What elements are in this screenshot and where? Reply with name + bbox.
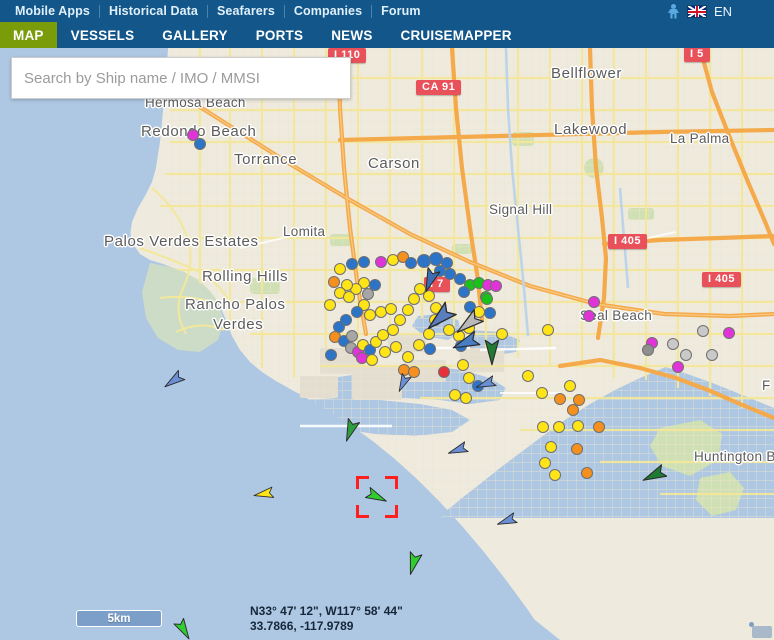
- vessel-marker-dot[interactable]: [554, 393, 566, 405]
- nav-item-vessels[interactable]: VESSELS: [57, 22, 149, 48]
- vessel-marker-dot[interactable]: [723, 327, 735, 339]
- nav-item-cruisemapper[interactable]: CRUISEMAPPER: [387, 22, 526, 48]
- vessel-marker-dot[interactable]: [377, 329, 389, 341]
- vessel-marker-dot[interactable]: [375, 256, 387, 268]
- main-navigation: MAP VESSELS GALLERY PORTS NEWS CRUISEMAPPER: [0, 22, 774, 48]
- vessel-marker-dot[interactable]: [697, 325, 709, 337]
- toplink-seafarers[interactable]: Seafarers: [208, 0, 284, 22]
- vessel-marker-dot[interactable]: [334, 263, 346, 275]
- coordinates-dms: N33° 47' 12", W117° 58' 44": [250, 604, 403, 618]
- coordinate-readout: N33° 47' 12", W117° 58' 44" 33.7866, -11…: [250, 604, 403, 634]
- toplink-forum[interactable]: Forum: [372, 0, 429, 22]
- map-provider-logo: [752, 626, 772, 638]
- vessel-map-page: Mobile Apps Historical Data Seafarers Compa…: [0, 0, 774, 640]
- search-container[interactable]: [11, 57, 351, 99]
- map-canvas[interactable]: Hermosa Beach Redondo Beach Torrance Carson…: [0, 48, 774, 640]
- vessel-marker-dot[interactable]: [351, 306, 363, 318]
- vessel-marker-dot[interactable]: [553, 421, 565, 433]
- vessel-marker-dot[interactable]: [542, 324, 554, 336]
- vessel-marker-dot[interactable]: [458, 286, 470, 298]
- vessel-arrow-blue-port[interactable]: [417, 266, 443, 298]
- toplink-companies[interactable]: Companies: [285, 0, 371, 22]
- vessel-marker-dot[interactable]: [346, 258, 358, 270]
- top-links-group: Mobile Apps Historical Data Seafarers Compa…: [0, 0, 430, 22]
- vessel-marker-dot[interactable]: [346, 330, 358, 342]
- person-icon[interactable]: [667, 3, 680, 19]
- vessel-marker-dot[interactable]: [567, 404, 579, 416]
- vessel-arrow-blue-w2[interactable]: [475, 373, 497, 400]
- vessel-marker-dot[interactable]: [593, 421, 605, 433]
- top-utility-bar: Mobile Apps Historical Data Seafarers Compa…: [0, 0, 774, 22]
- vessel-marker-dot[interactable]: [366, 354, 378, 366]
- map-scale-bar: 5km: [76, 610, 162, 627]
- vessel-marker-dot[interactable]: [706, 349, 718, 361]
- vessel-marker-dot[interactable]: [490, 280, 502, 292]
- vessel-marker-dot[interactable]: [484, 307, 496, 319]
- vessel-marker-dot[interactable]: [564, 380, 576, 392]
- vessel-marker-dot[interactable]: [328, 276, 340, 288]
- vessel-marker-dot[interactable]: [536, 387, 548, 399]
- top-right-group: EN: [667, 3, 774, 19]
- coordinates-decimal: 33.7866, -117.9789: [250, 619, 354, 633]
- vessel-marker-dot[interactable]: [545, 441, 557, 453]
- nav-item-gallery[interactable]: GALLERY: [148, 22, 241, 48]
- vessel-marker-dot[interactable]: [385, 303, 397, 315]
- vessel-marker-dot[interactable]: [194, 138, 206, 150]
- vessel-arrow-blue-sw2[interactable]: [496, 510, 518, 537]
- vessel-marker-dot[interactable]: [481, 293, 493, 305]
- vessel-marker-dot[interactable]: [537, 421, 549, 433]
- vessel-arrow-blue-mid[interactable]: [451, 328, 481, 362]
- vessel-marker-dot[interactable]: [680, 349, 692, 361]
- vessel-arrow-yellow-west[interactable]: [253, 483, 275, 510]
- vessel-marker-dot[interactable]: [402, 304, 414, 316]
- vessel-arrow-blue-west[interactable]: [162, 369, 186, 397]
- nav-item-news[interactable]: NEWS: [317, 22, 386, 48]
- vessel-marker-dot[interactable]: [405, 257, 417, 269]
- toplink-historical-data[interactable]: Historical Data: [100, 0, 207, 22]
- vessel-marker-dot[interactable]: [642, 344, 654, 356]
- vessel-marker-dot[interactable]: [424, 343, 436, 355]
- vessel-marker-dot[interactable]: [572, 420, 584, 432]
- language-label[interactable]: EN: [714, 4, 732, 19]
- vessel-marker-dot[interactable]: [672, 361, 684, 373]
- vessel-marker-dot[interactable]: [402, 351, 414, 363]
- vessel-arrow-blue-w[interactable]: [447, 439, 469, 466]
- vessel-marker-dot[interactable]: [667, 338, 679, 350]
- vessel-marker-dot[interactable]: [588, 296, 600, 308]
- vessel-marker-dot[interactable]: [549, 469, 561, 481]
- vessel-marker-dot[interactable]: [390, 341, 402, 353]
- vessel-marker-dot[interactable]: [325, 349, 337, 361]
- vessel-marker-dot[interactable]: [522, 370, 534, 382]
- search-input[interactable]: [12, 69, 350, 87]
- vessel-marker-dot[interactable]: [324, 299, 336, 311]
- vessel-arrow-green-se[interactable]: [172, 618, 195, 640]
- vessel-arrow-green-s2[interactable]: [401, 550, 426, 581]
- vessel-marker-dot[interactable]: [539, 457, 551, 469]
- vessel-arrow-green-west[interactable]: [641, 462, 668, 493]
- vessel-marker-dot[interactable]: [581, 467, 593, 479]
- vessel-marker-dot[interactable]: [460, 392, 472, 404]
- vessel-marker-dot[interactable]: [343, 291, 355, 303]
- selected-vessel[interactable]: [365, 485, 388, 513]
- uk-flag-icon[interactable]: [686, 4, 707, 18]
- vessel-marker-dot[interactable]: [571, 443, 583, 455]
- toplink-mobile-apps[interactable]: Mobile Apps: [6, 0, 99, 22]
- nav-item-map[interactable]: MAP: [0, 22, 57, 48]
- vessel-arrow-blue-sw[interactable]: [393, 372, 413, 398]
- vessel-marker-dot[interactable]: [438, 366, 450, 378]
- map-scale-label: 5km: [107, 612, 131, 625]
- vessel-arrow-green-sw[interactable]: [338, 417, 363, 448]
- vessel-marker-dot[interactable]: [358, 256, 370, 268]
- vessel-marker-dot[interactable]: [413, 339, 425, 351]
- vessel-marker-dot[interactable]: [583, 310, 595, 322]
- nav-item-ports[interactable]: PORTS: [242, 22, 318, 48]
